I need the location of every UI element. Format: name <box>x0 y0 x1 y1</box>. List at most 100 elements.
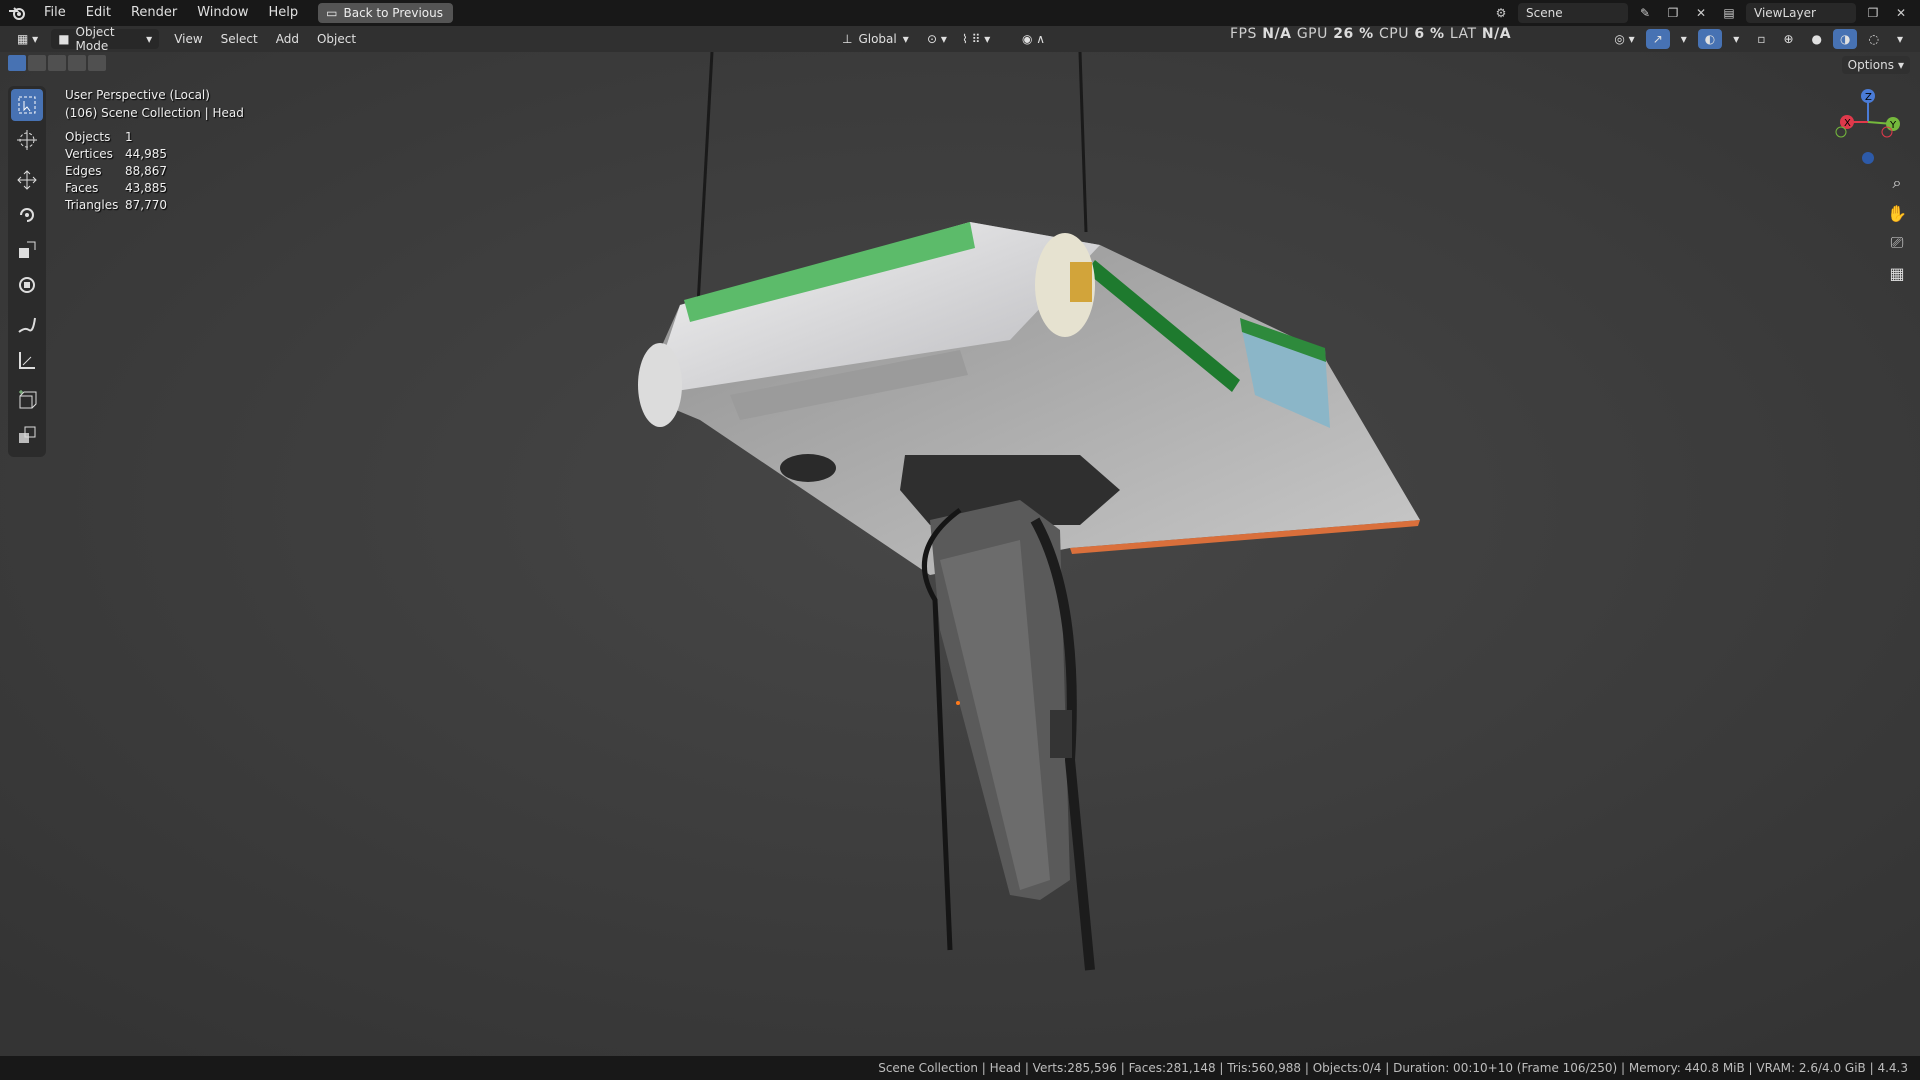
overlay-dropdown-icon[interactable]: ▾ <box>1726 29 1746 49</box>
rendered-shading-icon[interactable]: ◌ <box>1861 29 1885 49</box>
lat-label: LAT <box>1449 26 1477 42</box>
cpu-value: 6 % <box>1414 26 1445 42</box>
editor-type-icon[interactable]: ▦ ▾ <box>10 29 45 49</box>
scene-controls: ⚙ Scene ✎ ❐ ✕ ▤ ViewLayer ❐ ✕ <box>1490 0 1920 26</box>
pan-hand-icon[interactable]: ✋ <box>1884 200 1910 226</box>
select-extend-icon[interactable] <box>28 55 46 71</box>
orientation-selector[interactable]: ⊥ Global ▾ <box>835 29 916 49</box>
new-view-layer-icon[interactable]: ❐ <box>1862 3 1884 23</box>
shading-dropdown-icon[interactable]: ▾ <box>1890 29 1910 49</box>
close-scene-icon[interactable]: ✕ <box>1690 3 1712 23</box>
menu-edit[interactable]: Edit <box>76 0 121 26</box>
overlay-toggle-icon[interactable]: ◐ <box>1697 29 1723 49</box>
proportional-edit-icon[interactable]: ◉ ∧ <box>1015 29 1052 49</box>
3d-model-render <box>0 52 1920 1056</box>
snap-icon[interactable]: ⌇ ⠿ ▾ <box>955 29 997 49</box>
options-label: Options <box>1847 58 1894 72</box>
new-scene-icon[interactable]: ❐ <box>1662 3 1684 23</box>
mode-selector[interactable]: ■ Object Mode ▾ <box>51 25 160 53</box>
object-mode-icon: ■ <box>58 32 70 46</box>
measure-icon[interactable] <box>11 344 43 376</box>
gpu-value: 26 % <box>1333 26 1374 42</box>
scene-name-field[interactable]: Scene <box>1518 3 1628 23</box>
stat-value: 43,885 <box>125 181 167 195</box>
screen-icon: ▭ <box>326 6 338 20</box>
menu-window[interactable]: Window <box>187 0 258 26</box>
chevron-down-icon: ▾ <box>902 32 909 46</box>
orientation-icon: ⊥ <box>842 32 853 46</box>
close-view-layer-icon[interactable]: ✕ <box>1890 3 1912 23</box>
scene-type-icon[interactable]: ⚙ <box>1490 3 1512 23</box>
view-layer-icon[interactable]: ▤ <box>1718 3 1740 23</box>
add-cube-icon[interactable] <box>11 384 43 416</box>
wireframe-shading-icon[interactable]: ⊕ <box>1776 29 1800 49</box>
extrude-icon[interactable] <box>11 419 43 451</box>
select-new-icon[interactable] <box>8 55 26 71</box>
view-layer-field[interactable]: ViewLayer <box>1746 3 1856 23</box>
performance-stats: FPS N/A GPU 26 % CPU 6 % LAT N/A <box>1230 26 1511 42</box>
menu-object[interactable]: Object <box>310 29 363 49</box>
transform-icon[interactable] <box>11 269 43 301</box>
mode-label: Object Mode <box>75 25 115 53</box>
selection-mode-buttons <box>8 55 106 71</box>
shading-controls: ◎ ▾ ↗ ▾ ◐ ▾ ▫ ⊕ ● ◑ ◌ ▾ <box>1607 29 1910 49</box>
pin-icon[interactable]: ✎ <box>1634 3 1656 23</box>
menu-file[interactable]: File <box>34 0 76 26</box>
viewport-info-overlay: User Perspective (Local) (106) Scene Col… <box>65 86 244 212</box>
menu-help[interactable]: Help <box>259 0 309 26</box>
select-intersect-icon[interactable] <box>88 55 106 71</box>
move-icon[interactable] <box>11 164 43 196</box>
visibility-icon[interactable]: ◎ ▾ <box>1607 29 1641 49</box>
zoom-icon[interactable]: ⌕ <box>1884 170 1910 196</box>
stat-label: Triangles <box>65 198 119 212</box>
statistics-table: Objects 1 Vertices 44,985 Edges 88,867 Face… <box>65 130 244 212</box>
stat-value: 88,867 <box>125 164 167 178</box>
scene-name: Scene <box>1526 6 1563 20</box>
pivot-icon[interactable]: ⊙ ▾ <box>920 29 954 49</box>
stat-label: Objects <box>65 130 111 144</box>
gizmo-dropdown-icon[interactable]: ▾ <box>1674 29 1694 49</box>
cursor-icon[interactable] <box>11 124 43 156</box>
options-dropdown[interactable]: Options ▾ <box>1841 56 1910 74</box>
fps-value: N/A <box>1262 26 1292 42</box>
orientation-label: Global <box>858 32 897 46</box>
back-to-previous-button[interactable]: ▭ Back to Previous <box>318 3 454 23</box>
view-layer-name: ViewLayer <box>1754 6 1816 20</box>
select-box-icon[interactable] <box>11 89 43 121</box>
stat-value: 44,985 <box>125 147 167 161</box>
select-invert-icon[interactable] <box>68 55 86 71</box>
navigation-gizmo[interactable]: Z X Y <box>1835 86 1901 166</box>
menu-add[interactable]: Add <box>269 29 306 49</box>
select-subtract-icon[interactable] <box>48 55 66 71</box>
menu-view[interactable]: View <box>167 29 209 49</box>
stat-label: Faces <box>65 181 99 195</box>
scale-icon[interactable] <box>11 234 43 266</box>
stat-value: 87,770 <box>125 198 167 212</box>
stat-label: Edges <box>65 164 102 178</box>
solid-shading-icon[interactable]: ● <box>1805 29 1829 49</box>
menu-render[interactable]: Render <box>121 0 187 26</box>
fps-label: FPS <box>1230 26 1257 42</box>
cpu-label: CPU <box>1379 26 1409 42</box>
material-shading-icon[interactable]: ◑ <box>1833 29 1858 49</box>
stat-label: Vertices <box>65 147 113 161</box>
gizmo-toggle-icon[interactable]: ↗ <box>1645 29 1670 49</box>
back-to-previous-label: Back to Previous <box>343 6 444 20</box>
perspective-toggle-icon[interactable]: ▦ <box>1884 260 1910 286</box>
3d-viewport[interactable] <box>0 52 1920 1056</box>
gizmo-x-label: X <box>1844 118 1851 129</box>
gpu-label: GPU <box>1296 26 1328 42</box>
camera-view-icon[interactable]: ⎚ <box>1884 230 1910 256</box>
xray-icon[interactable]: ▫ <box>1750 29 1772 49</box>
annotate-icon[interactable] <box>11 309 43 341</box>
gizmo-z-label: Z <box>1865 92 1872 103</box>
tool-shelf <box>8 86 46 457</box>
rotate-icon[interactable] <box>11 199 43 231</box>
lat-value: N/A <box>1481 26 1512 42</box>
gizmo-y-label: Y <box>1889 120 1897 131</box>
chevron-down-icon: ▾ <box>146 32 153 46</box>
collection-label: (106) Scene Collection | Head <box>65 106 244 120</box>
menu-select[interactable]: Select <box>214 29 265 49</box>
stat-value: 1 <box>125 130 133 144</box>
blender-logo-icon[interactable] <box>0 0 34 26</box>
